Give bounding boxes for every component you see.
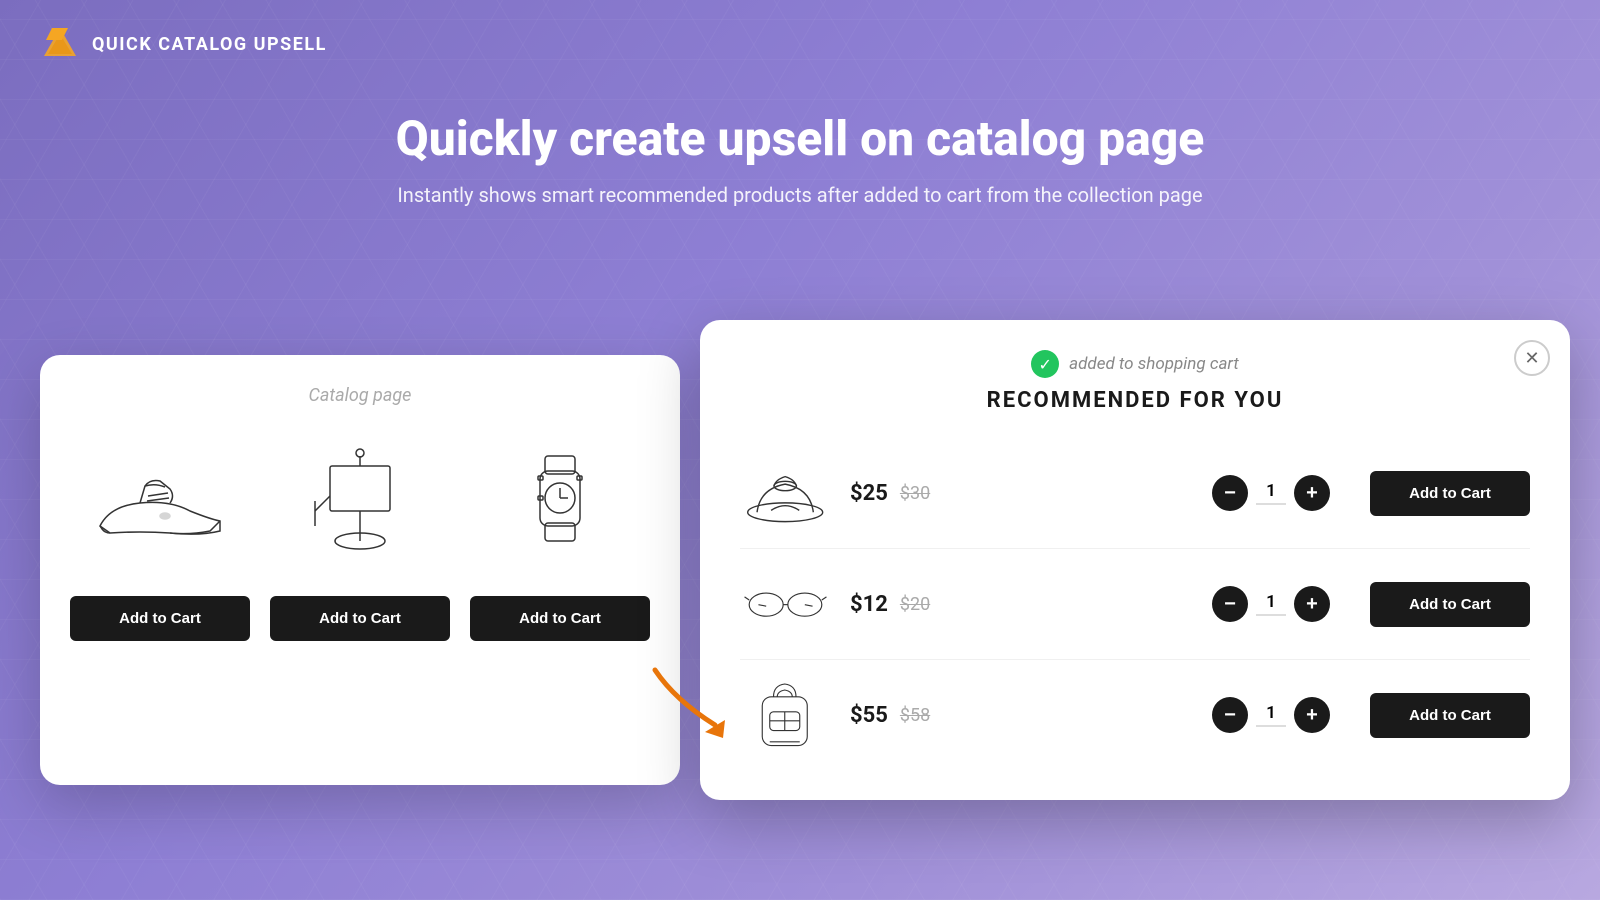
backpack-qty-control: − 1 + — [1212, 697, 1330, 733]
hat-add-to-cart[interactable]: Add to Cart — [1370, 471, 1530, 516]
glasses-price-original: $20 — [900, 594, 930, 615]
glasses-qty-decrease[interactable]: − — [1212, 586, 1248, 622]
added-text: added to shopping cart — [1069, 354, 1239, 374]
modal-title: RECOMMENDED FOR YOU — [740, 388, 1530, 413]
glasses-qty-control: − 1 + — [1212, 586, 1330, 622]
glasses-price-group: $12 $20 — [850, 592, 980, 617]
backpack-qty-increase[interactable]: + — [1294, 697, 1330, 733]
hat-qty-value: 1 — [1256, 481, 1286, 505]
catalog-product-lamp: Add to Cart — [270, 436, 450, 641]
backpack-price-current: $55 — [850, 703, 888, 728]
hat-price-current: $25 — [850, 481, 888, 506]
backpack-image — [740, 675, 830, 755]
hero-title: Quickly create upsell on catalog page — [0, 110, 1600, 167]
arrow-decoration — [645, 660, 745, 740]
recommended-product-glasses: $12 $20 − 1 + Add to Cart — [740, 549, 1530, 660]
hat-qty-control: − 1 + — [1212, 475, 1330, 511]
catalog-add-to-cart-watch[interactable]: Add to Cart — [470, 596, 650, 641]
modal-added-status: ✓ added to shopping cart — [740, 350, 1530, 378]
header: QUICK CATALOG UPSELL — [40, 24, 327, 64]
backpack-qty-value: 1 — [1256, 703, 1286, 727]
glasses-qty-value: 1 — [1256, 592, 1286, 616]
modal-close-button[interactable]: ✕ — [1514, 340, 1550, 376]
hat-price-original: $30 — [900, 483, 930, 504]
hat-qty-decrease[interactable]: − — [1212, 475, 1248, 511]
glasses-price-current: $12 — [850, 592, 888, 617]
recommended-product-hat: $25 $30 − 1 + Add to Cart — [740, 438, 1530, 549]
shoe-image — [80, 436, 240, 576]
lamp-image — [280, 436, 440, 576]
backpack-price-original: $58 — [900, 705, 930, 726]
catalog-label: Catalog page — [70, 385, 650, 406]
glasses-add-to-cart[interactable]: Add to Cart — [1370, 582, 1530, 627]
check-icon: ✓ — [1031, 350, 1059, 378]
hat-price-group: $25 $30 — [850, 481, 980, 506]
logo-icon — [40, 24, 80, 64]
catalog-products: Add to Cart Add to Cart — [70, 436, 650, 641]
catalog-card: Catalog page Add to Cart — [40, 355, 680, 785]
backpack-add-to-cart[interactable]: Add to Cart — [1370, 693, 1530, 738]
hat-qty-increase[interactable]: + — [1294, 475, 1330, 511]
hero-subtitle: Instantly shows smart recommended produc… — [0, 183, 1600, 207]
backpack-price-group: $55 $58 — [850, 703, 980, 728]
upsell-modal: ✕ ✓ added to shopping cart RECOMMENDED F… — [700, 320, 1570, 800]
catalog-add-to-cart-lamp[interactable]: Add to Cart — [270, 596, 450, 641]
hero-section: Quickly create upsell on catalog page In… — [0, 110, 1600, 207]
catalog-product-shoe: Add to Cart — [70, 436, 250, 641]
catalog-product-watch: Add to Cart — [470, 436, 650, 641]
glasses-image — [740, 564, 830, 644]
watch-image — [480, 436, 640, 576]
hat-image — [740, 453, 830, 533]
brand-name: QUICK CATALOG UPSELL — [92, 34, 327, 55]
glasses-qty-increase[interactable]: + — [1294, 586, 1330, 622]
catalog-add-to-cart-shoe[interactable]: Add to Cart — [70, 596, 250, 641]
backpack-qty-decrease[interactable]: − — [1212, 697, 1248, 733]
recommended-product-backpack: $55 $58 − 1 + Add to Cart — [740, 660, 1530, 770]
